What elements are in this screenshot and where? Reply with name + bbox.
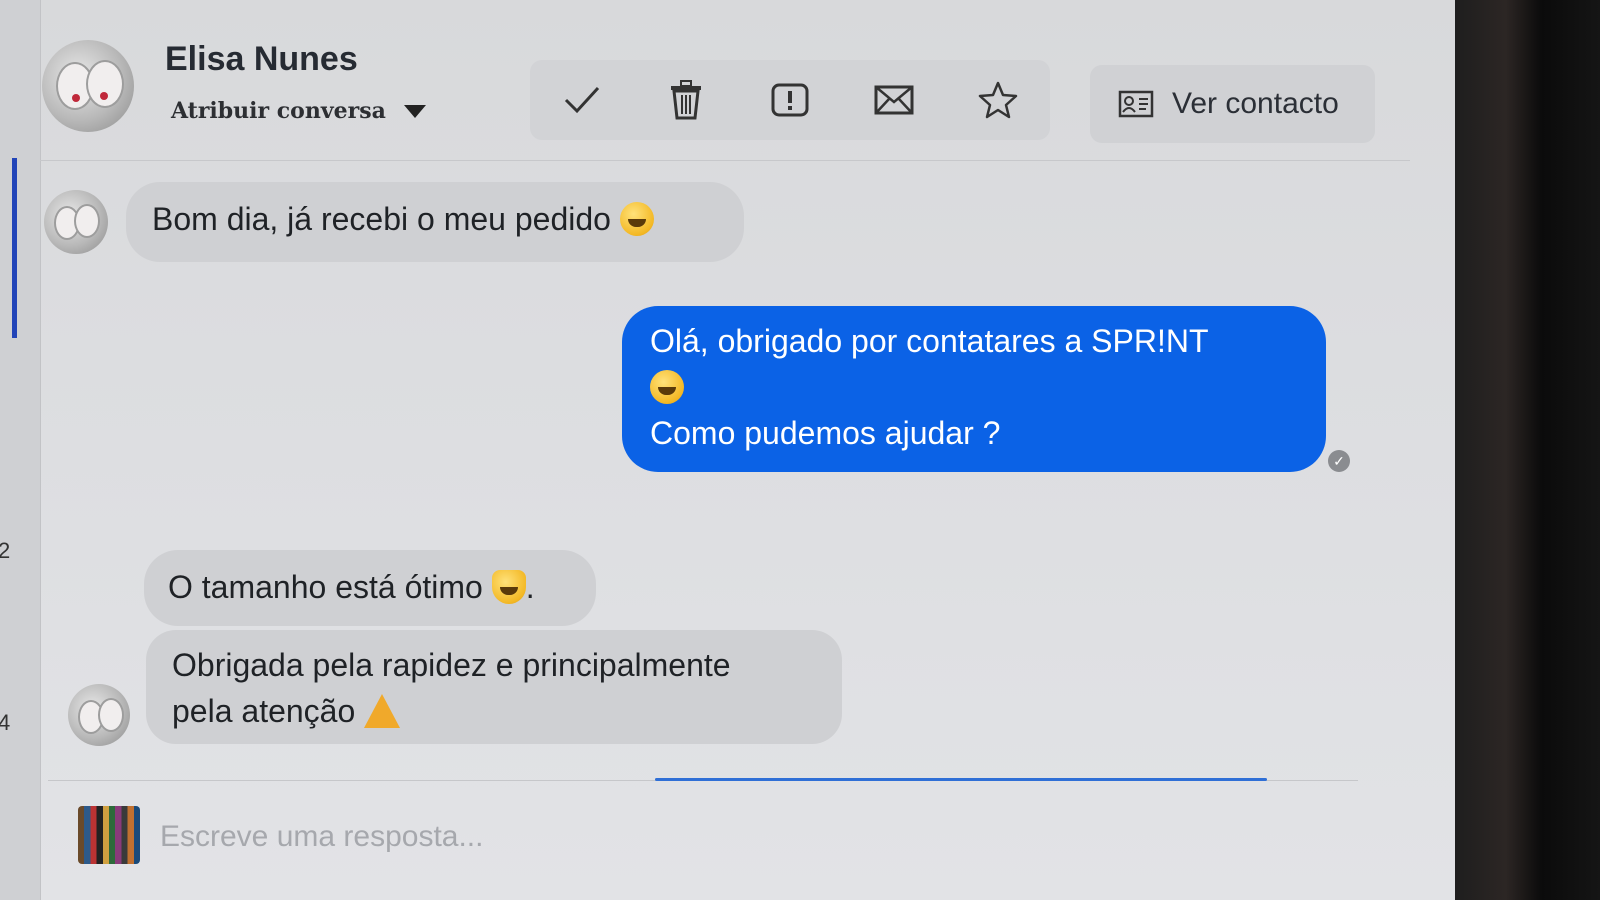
messenger-window: 2 4 Elisa Nunes Atribuir conversa Ver co…	[0, 0, 1455, 900]
mark-unread-button[interactable]	[866, 72, 922, 128]
report-icon	[771, 83, 809, 117]
list-count: 4	[0, 710, 11, 735]
star-button[interactable]	[970, 72, 1026, 128]
view-contact-button[interactable]: Ver contacto	[1090, 65, 1375, 143]
check-icon	[564, 86, 600, 114]
assign-conversation-label: Atribuir conversa	[171, 98, 386, 124]
grinning-face-icon	[619, 202, 654, 236]
star-icon	[978, 81, 1018, 119]
outgoing-message[interactable]: Olá, obrigado por contatares a SPR!NT Co…	[622, 306, 1326, 472]
folded-hands-icon	[364, 694, 401, 728]
conversation-actions-toolbar	[530, 60, 1050, 140]
message-text: Bom dia, já recebi o meu pedido	[152, 201, 611, 237]
message-line: pela atenção	[172, 693, 356, 729]
conversation-header: Elisa Nunes Atribuir conversa Ver contac…	[40, 20, 1410, 161]
caret-down-icon	[403, 104, 426, 118]
incoming-message[interactable]: O tamanho está ótimo .	[144, 550, 596, 626]
smiling-cat-icon	[491, 570, 526, 604]
message-line: Obrigada pela rapidez e principalmente	[172, 647, 731, 683]
mark-done-button[interactable]	[554, 72, 610, 128]
contact-name: Elisa Nunes	[165, 40, 358, 78]
conversation-list-edge: 2 4	[0, 0, 41, 900]
message-line: Olá, obrigado por contatares a SPR!NT	[650, 323, 1209, 359]
sender-avatar	[44, 190, 108, 254]
seen-status-icon: ✓	[1328, 450, 1350, 472]
contact-card-icon	[1118, 90, 1154, 118]
selected-conversation-indicator	[12, 158, 17, 338]
incoming-message[interactable]: Obrigada pela rapidez e principalmente p…	[146, 630, 842, 744]
assign-conversation-dropdown[interactable]: Atribuir conversa	[171, 98, 426, 124]
message-suffix: .	[525, 569, 535, 605]
message-text: O tamanho está ótimo	[168, 569, 483, 605]
monitor-bezel	[1455, 0, 1600, 900]
message-line: Como pudemos ajudar ?	[650, 415, 1001, 451]
trash-icon	[671, 80, 701, 120]
mark-spam-button[interactable]	[762, 72, 818, 128]
grinning-face-icon	[650, 370, 684, 404]
incoming-message[interactable]: Bom dia, já recebi o meu pedido	[126, 182, 744, 262]
list-count: 2	[0, 538, 11, 563]
contact-avatar[interactable]	[42, 40, 134, 132]
delete-button[interactable]	[658, 72, 714, 128]
reply-input[interactable]	[158, 810, 1062, 864]
view-contact-label: Ver contacto	[1172, 87, 1339, 120]
sender-avatar	[68, 684, 130, 746]
page-avatar	[78, 806, 140, 864]
mail-icon	[874, 85, 914, 115]
composer-focus-indicator	[655, 778, 1267, 781]
